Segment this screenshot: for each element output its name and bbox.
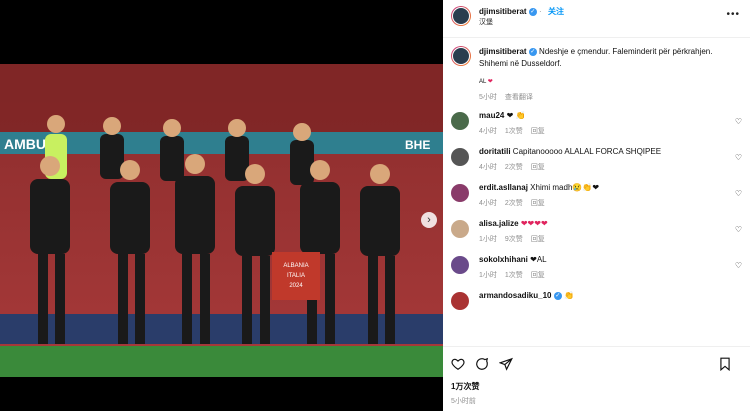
more-icon[interactable]: ••• <box>726 9 740 20</box>
comment-avatar[interactable] <box>451 292 469 310</box>
avatar[interactable] <box>451 6 471 26</box>
comment-time: 1小时 <box>479 236 497 243</box>
reply-button[interactable]: 回复 <box>531 164 545 171</box>
comment-username[interactable]: alisa.jalize <box>479 219 519 228</box>
comment-avatar[interactable] <box>451 184 469 202</box>
comment-username[interactable]: mau24 <box>479 111 504 120</box>
comment-likes[interactable]: 2次赞 <box>505 200 523 207</box>
caption-flag: AL <box>479 79 487 85</box>
comment-avatar[interactable] <box>451 220 469 238</box>
caption-time: 5小时 <box>479 94 497 101</box>
verified-icon: ✓ <box>553 291 562 300</box>
comment-text: 👏 <box>563 291 574 300</box>
reply-button[interactable]: 回复 <box>531 236 545 243</box>
comment-text: Capitanooooo ALALAL FORCA SHQIPEE <box>512 147 662 156</box>
pennant-line-1: ALBANIA <box>283 263 308 269</box>
post-media: AMBU BHE ALBANIA ITALIA 2024 › <box>0 0 443 411</box>
reply-button[interactable]: 回复 <box>531 200 545 207</box>
comment-avatar[interactable] <box>451 256 469 274</box>
comment-likes[interactable]: 1次赞 <box>505 272 523 279</box>
heart-icon[interactable]: ♡ <box>735 153 742 162</box>
list-item: alisa.jalize ❤❤❤❤ 1小时 9次赞 回复 ♡ <box>443 218 750 254</box>
caption-line-1: Ndeshje e çmendur. Faleminderit për përk… <box>539 47 713 56</box>
caption-avatar[interactable] <box>451 46 471 66</box>
post-timestamp: 5小时前 <box>451 398 476 405</box>
translate-link[interactable]: 查看翻译 <box>505 94 533 101</box>
reply-button[interactable]: 回复 <box>531 272 545 279</box>
comment-time: 4小时 <box>479 128 497 135</box>
follow-button[interactable]: 关注 <box>548 7 564 16</box>
comment-username[interactable]: doritatili <box>479 147 511 156</box>
reply-button[interactable]: 回复 <box>531 128 545 135</box>
pennant-line-3: 2024 <box>289 283 303 289</box>
comment-likes[interactable]: 2次赞 <box>505 164 523 171</box>
pennant-line-2: ITALIA <box>287 273 305 279</box>
comment-avatar[interactable] <box>451 148 469 166</box>
comment-text: ❤AL <box>530 255 547 264</box>
team-photo: AMBU BHE ALBANIA ITALIA 2024 <box>0 64 443 377</box>
list-item: mau24 ❤ 👏 4小时 1次赞 回复 ♡ <box>443 110 750 146</box>
instagram-post-viewer: AMBU BHE ALBANIA ITALIA 2024 › djimsitib… <box>0 0 750 411</box>
comment-text: ❤❤❤❤ <box>520 219 548 228</box>
comment-username[interactable]: sokolxhihani <box>479 255 528 264</box>
heart-icon[interactable] <box>451 357 465 371</box>
post-username[interactable]: djimsitiberat <box>479 7 527 16</box>
comment-icon[interactable] <box>475 357 489 371</box>
list-item: armandosadiku_10 ✓ 👏 <box>443 290 750 310</box>
comment-text: ❤ 👏 <box>506 111 526 120</box>
heart-icon[interactable]: ♡ <box>735 225 742 234</box>
comment-username[interactable]: armandosadiku_10 <box>479 291 551 300</box>
verified-icon: ✓ <box>528 47 537 56</box>
list-item: erdit.asllanaj Xhimi madh😢👏❤ 4小时 2次赞 回复 ♡ <box>443 182 750 218</box>
banner-text-right: BHE <box>405 138 430 152</box>
bookmark-icon[interactable] <box>718 357 732 371</box>
caption-username[interactable]: djimsitiberat <box>479 47 527 56</box>
caption-line-2: Shihemi në Dusseldorf. <box>479 59 562 68</box>
post-header: djimsitiberat ✓ · 关注 汉堡 ••• <box>443 0 750 38</box>
post-side-panel: djimsitiberat ✓ · 关注 汉堡 ••• djimsitibera… <box>443 0 750 411</box>
verified-icon: ✓ <box>528 7 537 16</box>
list-item: doritatili Capitanooooo ALALAL FORCA SHQ… <box>443 146 750 182</box>
comment-likes[interactable]: 9次赞 <box>505 236 523 243</box>
comment-username[interactable]: erdit.asllanaj <box>479 183 528 192</box>
banner-text: AMBU <box>4 136 46 152</box>
next-icon[interactable]: › <box>421 212 437 228</box>
team-photo-illustration: AMBU BHE ALBANIA ITALIA 2024 <box>0 64 443 377</box>
comment-time: 4小时 <box>479 200 497 207</box>
comment-likes[interactable]: 1次赞 <box>505 128 523 135</box>
post-caption: djimsitiberat ✓ Ndeshje e çmendur. Falem… <box>443 38 750 104</box>
heart-icon[interactable]: ♡ <box>735 117 742 126</box>
comment-text: Xhimi madh😢👏❤ <box>530 183 600 192</box>
comment-time: 1小时 <box>479 272 497 279</box>
list-item: sokolxhihani ❤AL 1小时 1次赞 回复 ♡ <box>443 254 750 290</box>
post-location[interactable]: 汉堡 <box>479 17 564 28</box>
share-icon[interactable] <box>499 357 513 371</box>
post-actions: 1万次赞 5小时前 <box>443 346 750 411</box>
comment-time: 4小时 <box>479 164 497 171</box>
like-count[interactable]: 1万次赞 <box>451 381 742 392</box>
heart-emoji: ❤ <box>487 79 493 85</box>
comment-avatar[interactable] <box>451 112 469 130</box>
heart-icon[interactable]: ♡ <box>735 261 742 270</box>
heart-icon[interactable]: ♡ <box>735 189 742 198</box>
